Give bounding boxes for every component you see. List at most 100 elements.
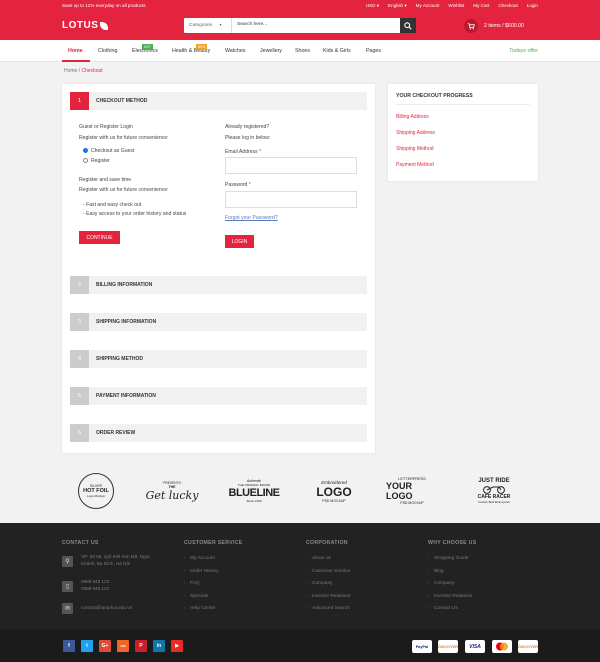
password-label-text: Password <box>225 182 248 188</box>
radio-register[interactable]: Register <box>83 158 110 164</box>
breadcrumb: Home / Checkout <box>64 68 103 74</box>
brand-line: Custom Built Motorcycles <box>478 500 510 504</box>
brand-letterpress[interactable]: LETTERPRESS YOUR LOGO PSD MOCKUP <box>386 464 438 518</box>
footer: CONTACT US ⚲ VP: 58 55, ngõ 649 Kim Mã, … <box>0 523 600 630</box>
forgot-password-link[interactable]: Forgot your Password? <box>225 215 278 221</box>
chevron-down-icon: ▾ <box>219 22 222 27</box>
footer-link[interactable]: Investor Relations <box>428 594 472 599</box>
nav-pages[interactable]: Pages <box>366 48 381 54</box>
section-order-review[interactable]: 6 ORDER REVIEW <box>70 424 367 442</box>
youtube-icon[interactable]: ▶ <box>171 640 183 652</box>
footer-link[interactable]: Order History <box>184 569 218 574</box>
password-field[interactable] <box>225 191 357 208</box>
mastercard-icon <box>492 640 512 653</box>
footer-link[interactable]: My Account <box>184 556 215 561</box>
section-label: CHECKOUT METHOD <box>96 98 148 104</box>
leaf-icon <box>100 21 109 30</box>
nav-home[interactable]: Home <box>68 48 83 54</box>
progress-step[interactable]: Billing Address <box>396 114 429 120</box>
category-select[interactable]: Categories ▾ <box>184 18 232 33</box>
new-badge: NEW <box>196 44 208 50</box>
brand-name: YOUR LOGO <box>386 481 413 501</box>
nav-shoes[interactable]: Shoes <box>295 48 310 54</box>
footer-contact: CONTACT US ⚲ VP: 58 55, ngõ 649 Kim Mã, … <box>62 540 172 630</box>
section-label: SHIPPING METHOD <box>96 356 143 362</box>
nav-jewellery[interactable]: Jewellery <box>260 48 282 54</box>
nav-clothing[interactable]: Clothing <box>98 48 117 54</box>
footer-link[interactable]: Customer Service <box>306 569 350 574</box>
password-label: Password * <box>225 182 251 188</box>
linkedin-icon[interactable]: in <box>153 640 165 652</box>
brand-blueline[interactable]: Authentic THE ORIGINAL BRAND BLUELINE Si… <box>226 464 282 518</box>
radio-guest-label: Checkout as Guest <box>91 148 135 154</box>
bullet-item: - Easy access to your order history and … <box>83 211 187 217</box>
footer-link[interactable]: About us <box>306 556 331 561</box>
top-bar: Save up to 12% everyday on all products … <box>0 0 600 12</box>
brand-embroidered[interactable]: Embroidered LOGO PSD MOCKUP <box>308 464 360 518</box>
google-plus-icon[interactable]: G+ <box>99 640 111 652</box>
brand-silver-hot-foil[interactable]: SILVER HOT FOIL Logo Mockup <box>76 464 116 518</box>
search-button[interactable] <box>400 18 416 33</box>
footer-link[interactable]: FAQ <box>184 581 199 586</box>
save-text: Register with us for future convenience: <box>79 187 169 193</box>
section-shipping-info[interactable]: 3 SHIPPING INFORMATION <box>70 313 367 331</box>
nav-watches[interactable]: Watches <box>225 48 245 54</box>
phone-number: 0989 949 123 <box>81 579 110 584</box>
nav-kids-girls[interactable]: Kids & Girls <box>323 48 351 54</box>
brand-just-ride[interactable]: JUST RIDE CAFE RACER Custom Built Motorc… <box>466 464 522 518</box>
my-cart-link[interactable]: My Cart <box>473 3 489 9</box>
checkout-link[interactable]: Checkout <box>498 3 517 9</box>
footer-link[interactable]: Help Center <box>184 606 216 611</box>
my-account-link[interactable]: My Account <box>416 3 440 9</box>
email-label: Email Address * <box>225 149 261 155</box>
section-payment[interactable]: 5 PAYMENT INFORMATION <box>70 387 367 405</box>
nav-electronics[interactable]: Electronics HOT <box>132 44 158 54</box>
continue-button[interactable]: CONTINUE <box>79 231 120 244</box>
section-shipping-method[interactable]: 4 SHIPPING METHOD <box>70 350 367 368</box>
brand-get-lucky[interactable]: · PRESENTS · THE Get lucky <box>142 464 202 518</box>
login-link[interactable]: Login <box>527 3 538 9</box>
cart-summary[interactable]: 2 items / $600.00 <box>464 19 524 33</box>
email-field[interactable] <box>225 157 357 174</box>
guest-heading: Guest or Register Login <box>79 124 133 130</box>
footer-heading: CUSTOMER SERVICE <box>184 540 243 546</box>
section-label: SHIPPING INFORMATION <box>96 319 157 325</box>
currency-select[interactable]: USD ▾ <box>366 3 379 9</box>
active-underline <box>62 60 90 62</box>
login-button[interactable]: LOGIN <box>225 235 254 248</box>
pinterest-icon[interactable]: P <box>135 640 147 652</box>
footer-link[interactable]: Company <box>428 581 454 586</box>
nav-health-beauty[interactable]: Health & Beauty NEW <box>172 44 210 54</box>
search-input[interactable]: Search here... <box>232 18 400 33</box>
radio-guest[interactable]: Checkout as Guest <box>83 148 134 154</box>
footer-link[interactable]: Blog <box>428 569 443 574</box>
twitter-icon[interactable]: t <box>81 640 93 652</box>
language-select[interactable]: English ▾ <box>388 3 407 9</box>
progress-step[interactable]: Payment Method <box>396 162 434 168</box>
cart-total: 2 items / $600.00 <box>484 23 524 29</box>
hot-badge: HOT <box>142 44 153 50</box>
footer-link[interactable]: Contact Us <box>428 606 458 611</box>
breadcrumb-home[interactable]: Home <box>64 68 77 74</box>
section-billing[interactable]: 2 BILLING INFORMATION <box>70 276 367 294</box>
progress-title: YOUR CHECKOUT PROGRESS <box>396 93 473 99</box>
progress-step[interactable]: Shipping Address <box>396 130 435 136</box>
logo[interactable]: LOTUS <box>62 20 109 31</box>
radio-unchecked <box>83 158 88 163</box>
section-checkout-method[interactable]: 1 CHECKOUT METHOD <box>70 92 367 110</box>
progress-step[interactable]: Shipping Method <box>396 146 434 152</box>
footer-link[interactable]: Advanced Search <box>306 606 350 611</box>
footer-link[interactable]: Shopping Guide <box>428 556 468 561</box>
email[interactable]: contact@tamphat.edu.vn <box>81 604 132 611</box>
footer-link[interactable]: Investor Relations <box>306 594 350 599</box>
bullet-item: - Fast and easy check out <box>83 202 142 208</box>
footer-link[interactable]: Company <box>306 581 332 586</box>
brand-line: PSD MOCKUP <box>400 501 424 505</box>
wishlist-link[interactable]: Wishlist <box>448 3 464 9</box>
phone-icon: ▯ <box>62 581 73 592</box>
facebook-icon[interactable]: f <box>63 640 75 652</box>
footer-link[interactable]: Specials <box>184 594 208 599</box>
todays-offer-link[interactable]: Todays offer <box>509 48 538 54</box>
rss-icon[interactable]: rss <box>117 640 129 652</box>
brand-name: BLUELINE <box>228 487 281 499</box>
